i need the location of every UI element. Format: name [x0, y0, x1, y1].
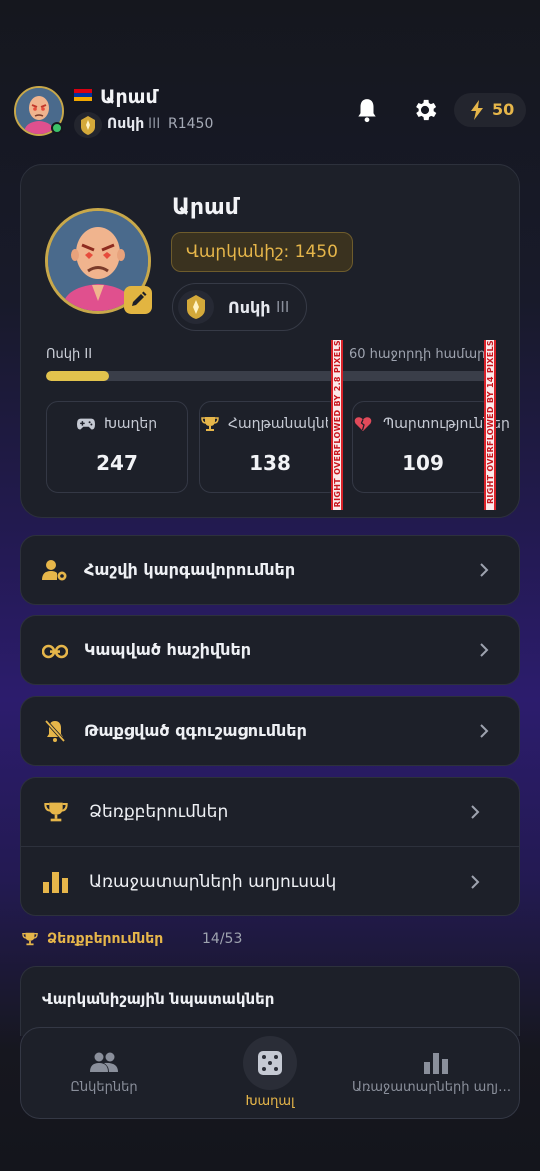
lightning-icon	[471, 100, 483, 120]
chevron-right-icon	[471, 875, 480, 889]
progress-current-rank: Ոսկի II	[46, 347, 93, 362]
stat-wins-value: 138	[249, 451, 291, 475]
linked-accounts-label: Կապված հաշիվներ	[84, 640, 251, 659]
header-rating: R1450	[168, 116, 214, 132]
header-rank: Ոսկի	[107, 116, 145, 132]
bell-icon[interactable]	[354, 97, 380, 123]
bar-chart-icon	[43, 872, 68, 893]
trophy-icon	[201, 417, 219, 431]
stat-wins-label: Հաղթանակներ	[228, 416, 328, 432]
nav-friends[interactable]	[22, 1030, 182, 1116]
gamepad-icon	[77, 418, 95, 430]
pencil-icon	[132, 291, 147, 306]
nav-play-label: Խաղալ	[245, 1094, 295, 1109]
chevron-right-icon	[480, 563, 489, 577]
profile-name: Արամ	[172, 195, 239, 220]
progress-next-hint: 60 հաջորդի համար	[349, 347, 484, 362]
achievements-count: 14/53	[202, 931, 243, 947]
stat-losses-value: 109	[402, 451, 444, 475]
bell-off-icon	[44, 719, 66, 743]
broken-heart-icon	[354, 417, 372, 431]
rank-tier: III	[276, 298, 290, 316]
overflow-warning-banner: RIGHT OVERFLOWED BY 2.8 PIXELS	[331, 340, 343, 510]
stat-games-value: 247	[96, 451, 138, 475]
stat-wins	[199, 401, 341, 493]
stat-losses	[352, 401, 494, 493]
muted-notifications-label: Թաքցված զգուշացումներ	[84, 721, 307, 740]
nav-leaderboard-label: Առաջատարների աղյուսակ	[352, 1080, 514, 1095]
stat-games	[46, 401, 188, 493]
header-username: Արամ	[100, 86, 158, 108]
energy-counter[interactable]	[454, 93, 526, 127]
people-icon	[90, 1052, 118, 1072]
trophy-icon	[44, 802, 68, 822]
link-icon	[42, 644, 68, 659]
trophy-icon	[22, 932, 38, 946]
achievement-card-title: Վարկանիշային նպատակներ	[42, 990, 275, 1008]
chevron-right-icon	[480, 643, 489, 657]
stat-games-label: Խաղեր	[104, 416, 158, 432]
bar-chart-icon	[424, 1053, 448, 1074]
rank-progress-fill	[46, 371, 109, 381]
flag-armenia-icon	[74, 89, 92, 101]
user-gear-icon	[42, 560, 67, 581]
overflow-warning-banner: RIGHT OVERFLOWED BY 14 PIXELS	[484, 340, 496, 510]
account-settings-label: Հաշվի կարգավորումներ	[84, 560, 296, 579]
leaderboard-label: Առաջատարների աղյուսակ	[89, 872, 337, 892]
online-status-dot	[51, 122, 63, 134]
chevron-right-icon	[480, 724, 489, 738]
dice-icon	[258, 1051, 282, 1075]
edit-avatar-button[interactable]	[124, 286, 152, 314]
achievements-section-title: Ձեռքբերումներ	[47, 931, 164, 947]
rating-badge: Վարկանիշ: 1450	[171, 232, 353, 272]
chevron-right-icon	[471, 805, 480, 819]
rank-label: Ոսկի	[228, 298, 271, 317]
achievements-label: Ձեռքբերումներ	[89, 802, 229, 822]
energy-value: 50	[492, 100, 515, 119]
gear-icon[interactable]	[411, 96, 439, 124]
rank-badge-icon	[74, 112, 102, 138]
rank-badge-icon	[178, 290, 214, 324]
header-tier: III	[148, 116, 161, 132]
rank-progress-bar	[46, 371, 496, 381]
nav-friends-label: Ընկերներ	[70, 1080, 138, 1095]
